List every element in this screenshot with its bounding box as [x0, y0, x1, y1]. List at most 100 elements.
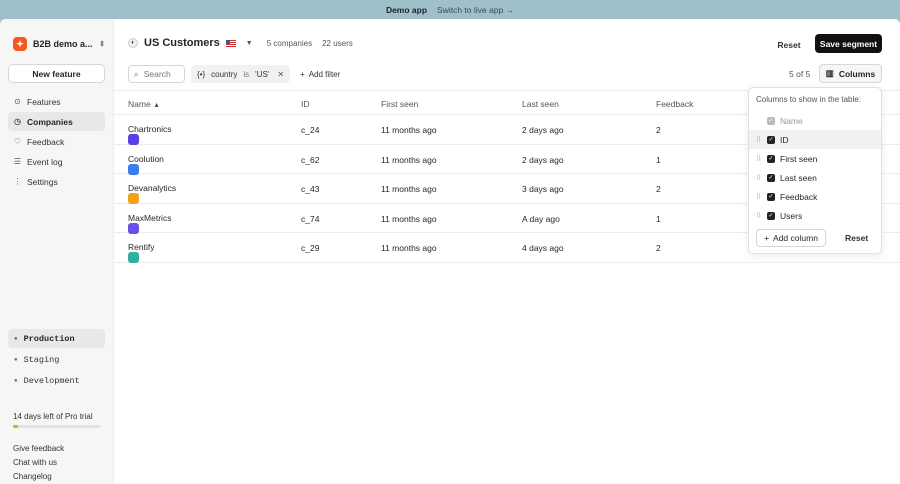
filter-value: 'US': [255, 69, 270, 79]
environment-list: ● Production ● Staging ● Development: [8, 329, 105, 392]
sidebar-item-settings[interactable]: ⋮ Settings: [8, 172, 105, 191]
sidebar-nav: ⊙ Features ◷ Companies ♡ Feedback ☰ Even…: [8, 92, 105, 192]
columns-button[interactable]: ▥ Columns: [819, 64, 882, 83]
cell-last-seen: 4 days ago: [522, 243, 564, 253]
company-name: Devanalytics: [128, 183, 177, 193]
filter-chip-country[interactable]: {•} country is 'US' ✕: [191, 65, 291, 83]
chat-with-us-link[interactable]: Chat with us: [13, 456, 64, 470]
changelog-link[interactable]: Changelog: [13, 470, 64, 484]
new-feature-button[interactable]: New feature: [8, 64, 105, 83]
cell-first-seen: 11 months ago: [381, 184, 437, 194]
org-name: B2B demo a...: [33, 39, 93, 49]
filter-field: country: [211, 69, 238, 79]
column-option-last-seen[interactable]: ⠿ ✓ Last seen: [749, 168, 881, 187]
cell-first-seen: 11 months ago: [381, 243, 437, 253]
segment-icon: ◐: [128, 38, 138, 48]
plus-icon: +: [300, 69, 305, 79]
switch-to-live-link[interactable]: Switch to live app →: [437, 5, 514, 15]
cell-feedback: 2: [656, 184, 661, 194]
cell-last-seen: 2 days ago: [522, 125, 564, 135]
checkbox: ✓: [767, 116, 775, 125]
sidebar-item-feedback[interactable]: ♡ Feedback: [8, 132, 105, 151]
compass-icon: ⊙: [14, 97, 21, 106]
company-name: Rentify: [128, 242, 155, 252]
demo-banner: Demo app Switch to live app →: [0, 0, 900, 19]
grip-icon[interactable]: ⠿: [756, 136, 762, 144]
checkbox[interactable]: ✓: [767, 173, 775, 182]
sidebar-item-label: Companies: [27, 116, 73, 127]
columns-popover: Columns to show in the table: ✓ Name ⠿ ✓…: [748, 87, 882, 254]
env-staging[interactable]: ● Staging: [8, 350, 105, 369]
cell-id: c_24: [301, 125, 320, 135]
header-label: Name: [128, 99, 151, 109]
grip-icon[interactable]: ⠿: [756, 212, 762, 220]
cell-name[interactable]: Chartronics: [128, 124, 172, 145]
add-filter-label: Add filter: [308, 69, 341, 79]
users-count: 22 users: [322, 38, 353, 48]
column-option-first-seen[interactable]: ⠿ ✓ First seen: [749, 149, 881, 168]
cell-id: c_29: [301, 243, 320, 253]
env-production[interactable]: ● Production: [8, 329, 105, 348]
checkbox[interactable]: ✓: [767, 211, 775, 220]
column-option-users[interactable]: ⠿ ✓ Users: [749, 206, 881, 225]
column-option-label: Name: [780, 115, 803, 126]
cell-id: c_43: [301, 184, 320, 194]
popover-reset-button[interactable]: Reset: [845, 233, 868, 243]
grip-icon[interactable]: ⠿: [756, 174, 762, 182]
checkbox[interactable]: ✓: [767, 192, 775, 201]
search-icon: ⌕: [134, 68, 139, 79]
column-header-name[interactable]: Name ▲: [128, 99, 160, 109]
cell-feedback: 1: [656, 213, 661, 224]
sidebar-item-features[interactable]: ⊙ Features: [8, 92, 105, 111]
column-option-feedback[interactable]: ⠿ ✓ Feedback: [749, 187, 881, 206]
grip-icon[interactable]: ⠿: [756, 193, 762, 201]
close-icon[interactable]: ✕: [277, 70, 284, 79]
column-header-feedback[interactable]: Feedback: [656, 99, 693, 109]
add-column-label: Add column: [773, 233, 818, 243]
save-segment-button[interactable]: Save segment: [815, 34, 882, 53]
org-switcher[interactable]: ✦ B2B demo a... ⇕: [13, 37, 105, 51]
column-header-last-seen[interactable]: Last seen: [522, 99, 559, 109]
main-content: ◐ US Customers ▼ 5 companies 22 users Re…: [114, 19, 900, 484]
sidebar-item-companies[interactable]: ◷ Companies: [8, 112, 105, 131]
cell-feedback: 2: [656, 243, 661, 253]
env-label: Production: [23, 333, 75, 344]
sidebar-item-event-log[interactable]: ☰ Event log: [8, 152, 105, 171]
dot-icon: ●: [14, 335, 18, 342]
cell-name[interactable]: Devanalytics: [128, 183, 177, 204]
company-name: Chartronics: [128, 124, 172, 134]
cell-last-seen: 3 days ago: [522, 184, 564, 194]
reset-button[interactable]: Reset: [770, 35, 808, 54]
column-header-id[interactable]: ID: [301, 99, 310, 109]
cell-name[interactable]: Rentify: [128, 242, 155, 263]
company-name: Coolution: [128, 153, 164, 164]
grip-icon[interactable]: ⠿: [756, 155, 762, 163]
column-option-label: First seen: [780, 153, 818, 164]
cell-name[interactable]: Coolution: [128, 153, 164, 175]
us-flag-icon: [225, 39, 236, 47]
checkbox[interactable]: ✓: [767, 154, 775, 163]
add-column-button[interactable]: + Add column: [756, 229, 826, 247]
cell-name[interactable]: MaxMetrics: [128, 213, 171, 234]
bolt-logo-icon: ✦: [13, 37, 27, 51]
cell-feedback: 1: [656, 154, 661, 165]
sliders-icon: ⋮: [13, 177, 22, 186]
column-option-name: ✓ Name: [749, 111, 881, 130]
company-logo-icon: [128, 163, 139, 175]
cell-id: c_62: [301, 154, 320, 165]
cell-first-seen: 11 months ago: [381, 154, 437, 165]
search-input[interactable]: ⌕ Search: [128, 65, 185, 83]
column-option-label: ID: [780, 134, 789, 145]
search-placeholder: Search: [143, 69, 171, 79]
segment-title[interactable]: US Customers: [144, 37, 220, 49]
env-development[interactable]: ● Development: [8, 371, 105, 390]
app-window: ✦ B2B demo a... ⇕ New feature ⊙ Features…: [0, 19, 900, 484]
add-filter-button[interactable]: + Add filter: [296, 70, 340, 79]
column-options: ✓ Name ⠿ ✓ ID ⠿ ✓ First seen ⠿ ✓ Last se…: [749, 111, 881, 225]
column-option-id[interactable]: ⠿ ✓ ID: [749, 130, 881, 149]
chevron-down-icon[interactable]: ▼: [246, 40, 253, 47]
column-header-first-seen[interactable]: First seen: [381, 99, 418, 109]
give-feedback-link[interactable]: Give feedback: [13, 442, 64, 456]
sidebar-item-label: Settings: [27, 176, 58, 187]
checkbox[interactable]: ✓: [767, 135, 775, 144]
